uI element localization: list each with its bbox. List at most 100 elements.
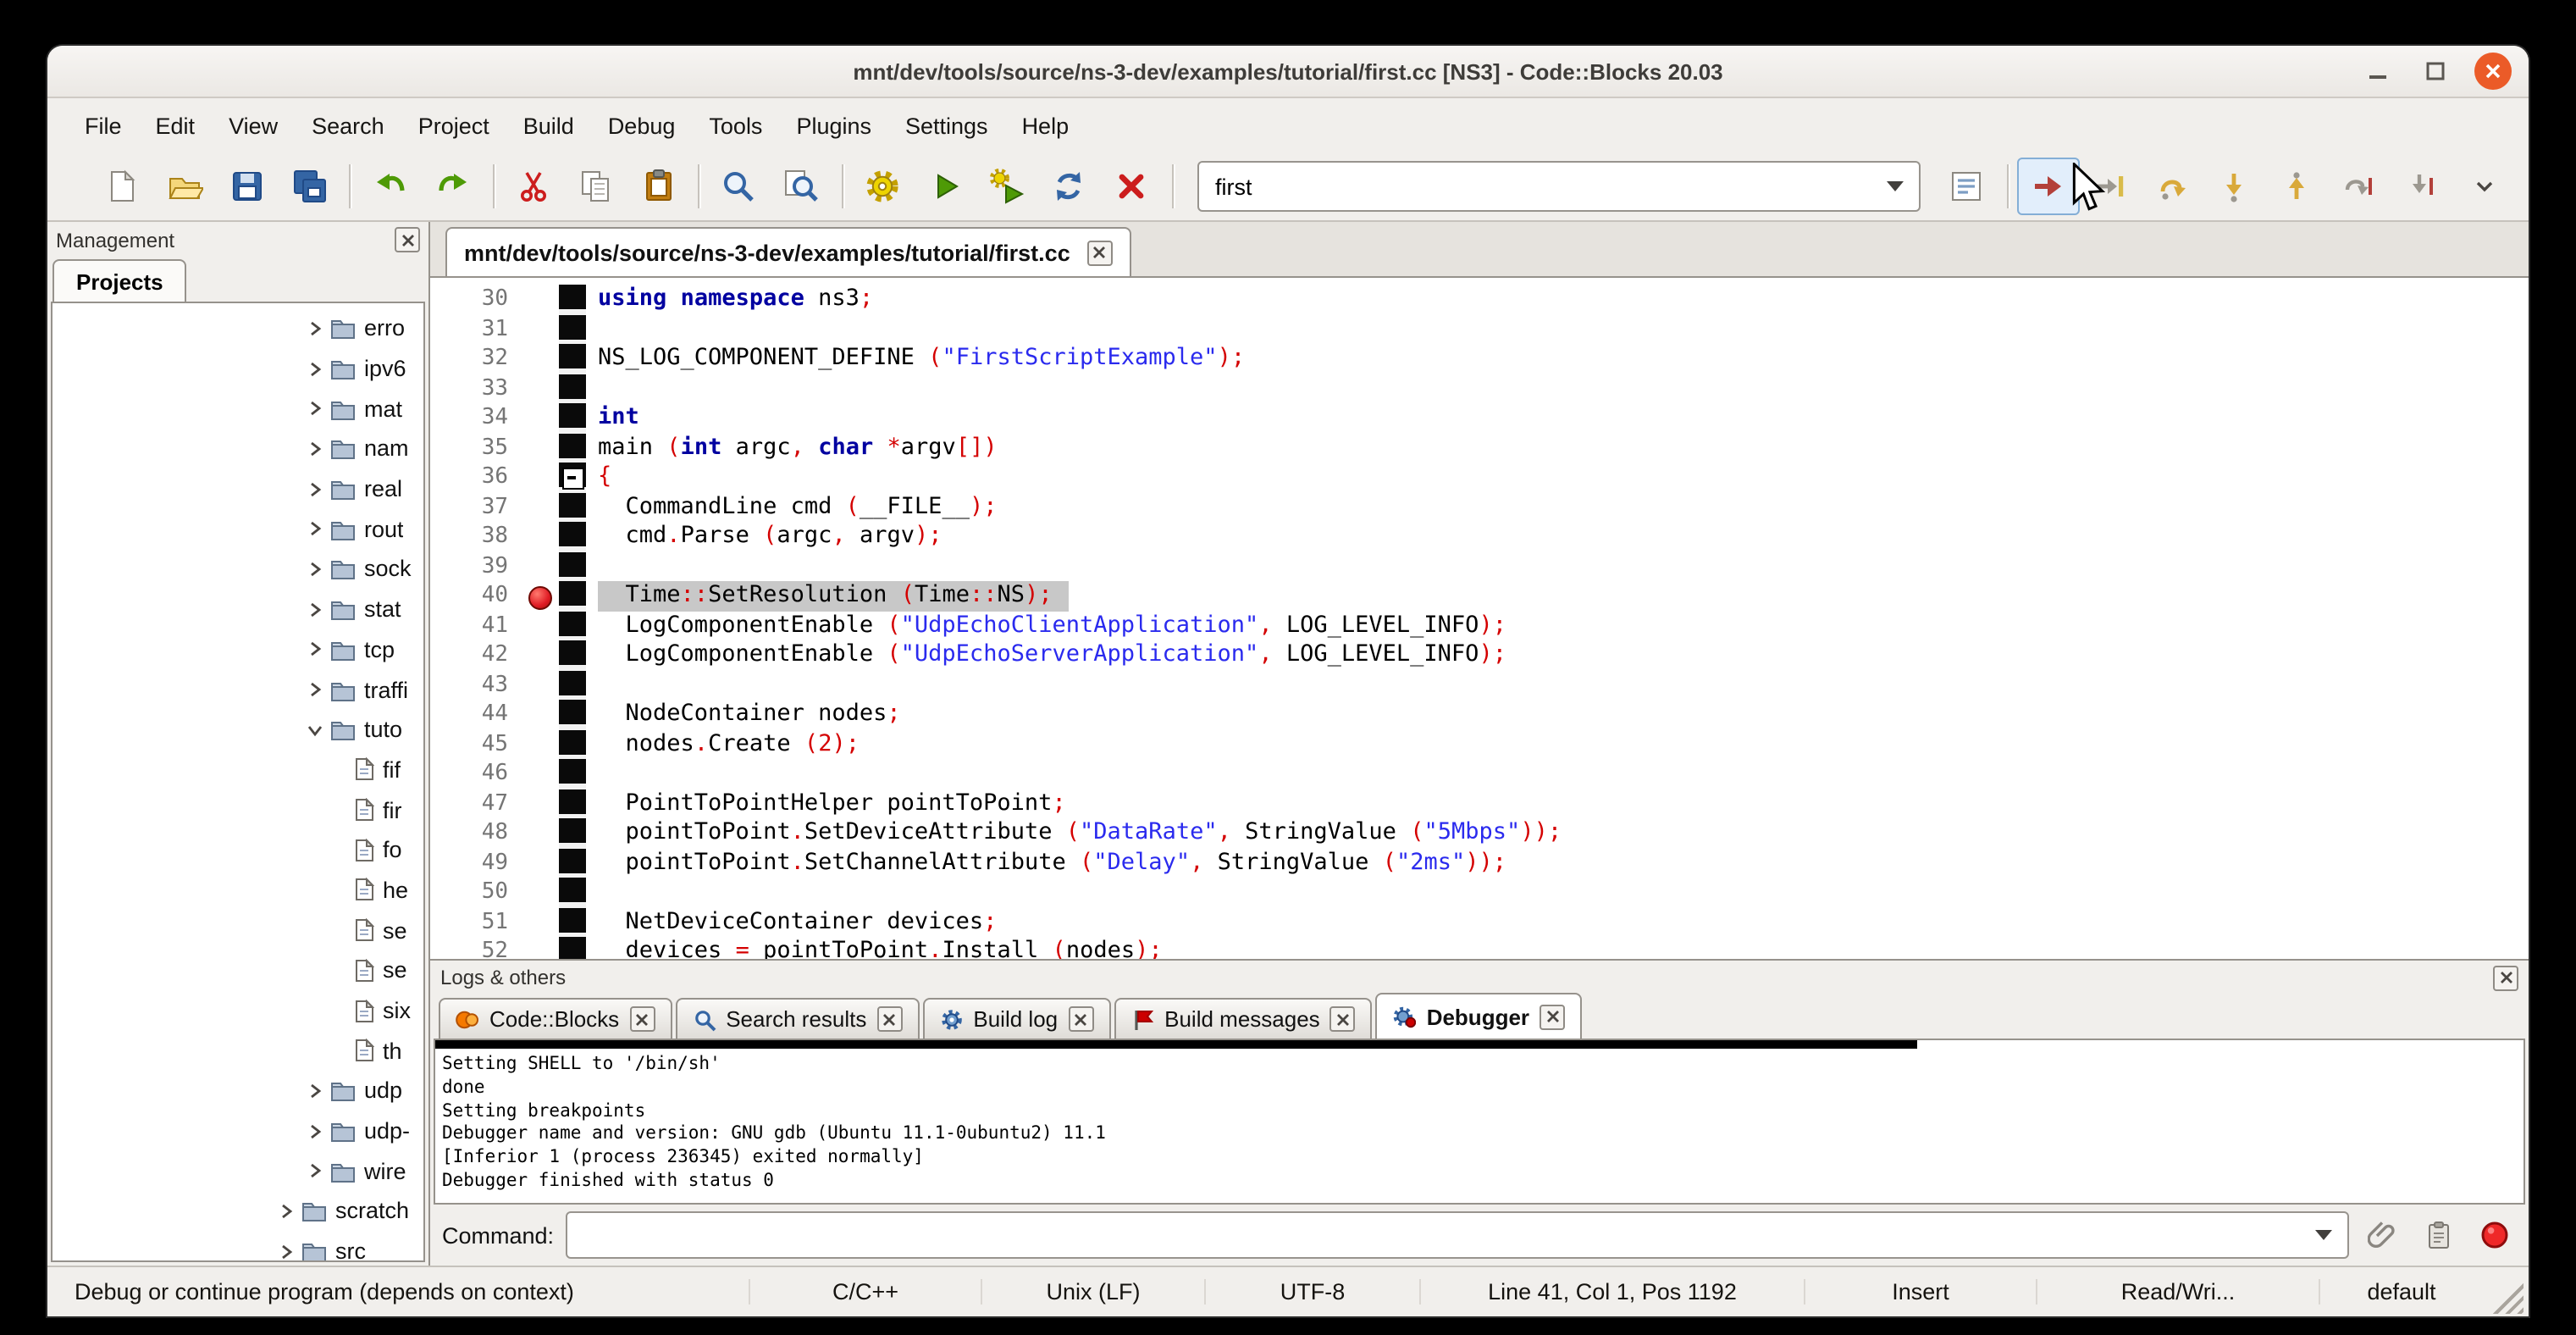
command-combo[interactable]	[566, 1211, 2349, 1259]
chevron-right-icon[interactable]	[307, 521, 330, 538]
minimize-button[interactable]	[2359, 53, 2396, 90]
log-tab-search-results[interactable]: Search results	[675, 998, 919, 1039]
tree-item-th[interactable]: th	[53, 1031, 423, 1071]
menu-item-debug[interactable]: Debug	[591, 102, 693, 148]
menu-item-build[interactable]: Build	[506, 102, 591, 148]
copy-button[interactable]	[565, 158, 627, 215]
breakpoint-margin[interactable]	[523, 403, 559, 433]
tree-item-src[interactable]: src	[53, 1232, 423, 1262]
breakpoint-margin[interactable]	[523, 878, 559, 907]
breakpoint-margin[interactable]	[523, 551, 559, 581]
project-tree[interactable]: erroipv6matnamrealroutsockstattcptraffit…	[51, 302, 425, 1262]
stop-debugger-button[interactable]	[2473, 1213, 2517, 1257]
debug-continue-button[interactable]	[2016, 158, 2079, 215]
menu-item-tools[interactable]: Tools	[692, 102, 779, 148]
breakpoint-margin[interactable]	[523, 581, 559, 611]
chevron-right-icon[interactable]	[278, 1243, 301, 1260]
build-and-run-button[interactable]	[976, 158, 1038, 215]
log-tab-debugger[interactable]: Debugger	[1376, 993, 1582, 1039]
save-all-button[interactable]	[279, 158, 341, 215]
breakpoint-margin[interactable]	[523, 611, 559, 640]
new-file-button[interactable]	[91, 158, 154, 215]
chevron-right-icon[interactable]	[307, 641, 330, 658]
menu-item-search[interactable]: Search	[295, 102, 401, 148]
chevron-right-icon[interactable]	[307, 360, 330, 377]
chevron-right-icon[interactable]	[307, 480, 330, 497]
tree-item-mat[interactable]: mat	[53, 389, 423, 429]
rebuild-button[interactable]	[1038, 158, 1101, 215]
find-in-files-button[interactable]	[771, 158, 833, 215]
tree-item-ipv6[interactable]: ipv6	[53, 348, 423, 388]
breakpoint-margin[interactable]	[523, 492, 559, 522]
chevron-right-icon[interactable]	[307, 1083, 330, 1100]
copy-log-button[interactable]	[2417, 1213, 2461, 1257]
menu-item-edit[interactable]: Edit	[139, 102, 213, 148]
menu-item-help[interactable]: Help	[1005, 102, 1086, 148]
find-button[interactable]	[708, 158, 771, 215]
open-file-button[interactable]	[154, 158, 217, 215]
editor-tab-close-button[interactable]	[1087, 241, 1113, 266]
menu-item-settings[interactable]: Settings	[888, 102, 1005, 148]
next-line-button[interactable]	[2142, 158, 2204, 215]
log-tab-close-button[interactable]	[1068, 1006, 1093, 1032]
maximize-button[interactable]	[2417, 53, 2454, 90]
log-tab-close-button[interactable]	[876, 1006, 902, 1032]
breakpoint-margin[interactable]	[523, 670, 559, 700]
breakpoint-margin[interactable]	[523, 759, 559, 789]
menu-item-view[interactable]: View	[212, 102, 295, 148]
chevron-right-icon[interactable]	[307, 1163, 330, 1180]
build-button[interactable]	[851, 158, 914, 215]
log-tab-close-button[interactable]	[629, 1006, 655, 1032]
tree-item-scratch[interactable]: scratch	[53, 1191, 423, 1231]
tree-item-fir[interactable]: fir	[53, 790, 423, 830]
chevron-right-icon[interactable]	[307, 681, 330, 698]
breakpoint-margin[interactable]	[523, 937, 559, 959]
tree-item-real[interactable]: real	[53, 469, 423, 509]
redo-button[interactable]	[422, 158, 484, 215]
close-button[interactable]	[2474, 53, 2512, 90]
breakpoint-icon[interactable]	[528, 585, 552, 609]
log-tab-build-messages[interactable]: Build messages	[1114, 998, 1373, 1039]
fold-collapse-icon[interactable]	[562, 468, 584, 490]
chevron-right-icon[interactable]	[278, 1203, 301, 1220]
log-tab-close-button[interactable]	[1540, 1004, 1565, 1029]
tree-item-six[interactable]: six	[53, 990, 423, 1030]
breakpoint-margin[interactable]	[523, 522, 559, 551]
chevron-down-icon[interactable]	[307, 721, 330, 738]
breakpoint-margin[interactable]	[523, 848, 559, 878]
tab-projects[interactable]: Projects	[53, 259, 187, 302]
log-tab-code-blocks[interactable]: Code::Blocks	[439, 998, 672, 1039]
breakpoint-margin[interactable]	[523, 463, 559, 492]
breakpoint-margin[interactable]	[523, 729, 559, 759]
tree-item-erro[interactable]: erro	[53, 308, 423, 348]
tree-item-se[interactable]: se	[53, 950, 423, 990]
debugger-log[interactable]: Setting SHELL to '/bin/sh'doneSetting br…	[434, 1039, 2525, 1205]
chevron-right-icon[interactable]	[307, 601, 330, 618]
breakpoint-margin[interactable]	[523, 433, 559, 463]
management-close-button[interactable]	[395, 227, 420, 252]
chevron-right-icon[interactable]	[307, 1122, 330, 1139]
step-into-button[interactable]	[2203, 158, 2266, 215]
tree-item-stat[interactable]: stat	[53, 590, 423, 629]
breakpoint-margin[interactable]	[523, 789, 559, 818]
logs-close-button[interactable]	[2493, 965, 2518, 990]
run-button[interactable]	[914, 158, 976, 215]
step-out-button[interactable]	[2266, 158, 2329, 215]
attach-button[interactable]	[2361, 1213, 2405, 1257]
resize-grip[interactable]	[2486, 1277, 2523, 1314]
tree-item-wire[interactable]: wire	[53, 1151, 423, 1191]
menu-item-plugins[interactable]: Plugins	[779, 102, 888, 148]
next-instruction-button[interactable]	[2328, 158, 2391, 215]
breakpoint-margin[interactable]	[523, 314, 559, 344]
run-to-cursor-button[interactable]	[2079, 158, 2142, 215]
breakpoint-margin[interactable]	[523, 818, 559, 848]
paste-button[interactable]	[627, 158, 690, 215]
toolbar-overflow-button[interactable]	[2452, 158, 2515, 215]
undo-button[interactable]	[359, 158, 422, 215]
log-tab-build-log[interactable]: Build log	[922, 998, 1110, 1039]
tree-item-udp[interactable]: udp	[53, 1071, 423, 1111]
chevron-right-icon[interactable]	[307, 320, 330, 337]
menu-item-file[interactable]: File	[68, 102, 139, 148]
title-bar[interactable]: mnt/dev/tools/source/ns-3-dev/examples/t…	[47, 46, 2529, 98]
save-file-button[interactable]	[216, 158, 279, 215]
